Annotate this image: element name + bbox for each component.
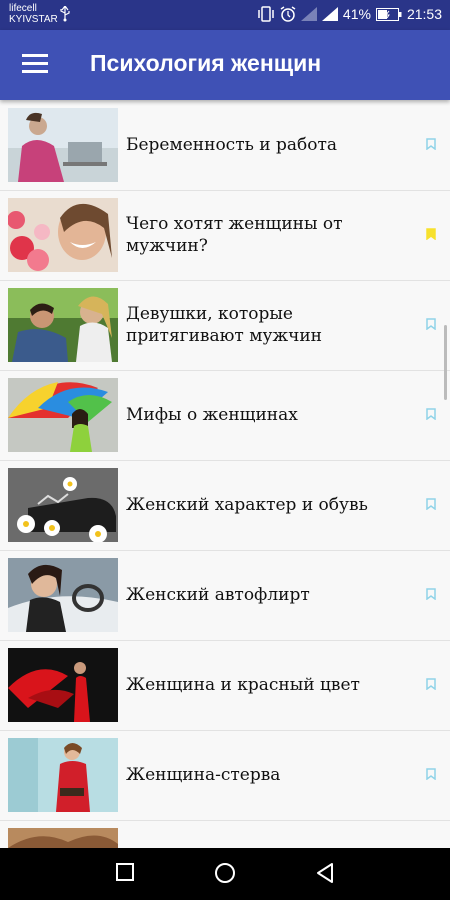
app-bar: Психология женщин (0, 30, 450, 100)
recent-apps-icon[interactable] (115, 862, 135, 882)
article-title: Женский характер и обувь (126, 495, 368, 515)
clock: 21:53 (406, 6, 442, 22)
thumbnail-image (8, 828, 118, 848)
thumbnail-image (8, 738, 118, 812)
thumbnail-image (8, 378, 118, 452)
list-item[interactable]: Женщина-стерва (0, 730, 450, 821)
thumbnail-image (8, 648, 118, 722)
article-list[interactable]: Беременность и работа Чего хотят женщины… (0, 100, 450, 848)
article-title: Женский автофлирт (126, 585, 310, 605)
list-item[interactable]: Мифы о женщинах (0, 370, 450, 461)
list-item[interactable]: Беременность и работа (0, 100, 450, 191)
article-title: Мифы о женщинах (126, 405, 298, 425)
article-title: Беременность и работа (126, 135, 338, 155)
article-title: Женщина и красный цвет (126, 675, 360, 695)
bookmark-icon[interactable] (426, 138, 436, 150)
list-item[interactable] (0, 820, 450, 848)
navigation-bar (0, 848, 450, 900)
alarm-icon (280, 6, 296, 22)
list-item[interactable]: Чего хотят женщины от мужчин? (0, 190, 450, 281)
menu-icon[interactable] (22, 54, 48, 74)
signal-2-icon (321, 7, 338, 21)
status-bar: lifecell KYIVSTAR 41% 21:53 (0, 0, 450, 30)
battery-icon (375, 7, 402, 21)
home-icon[interactable] (214, 862, 236, 884)
bookmark-icon[interactable] (426, 318, 436, 330)
article-title: Девушки, которые притягивают мужчин (126, 304, 322, 346)
vibrate-icon (258, 6, 274, 22)
bookmark-icon[interactable] (426, 768, 436, 780)
thumbnail-image (8, 198, 118, 272)
signal-1-icon (300, 7, 317, 21)
bookmark-icon[interactable] (426, 228, 436, 240)
list-item[interactable]: Женский автофлирт (0, 550, 450, 641)
list-item[interactable]: Женский характер и обувь (0, 460, 450, 551)
scrollbar[interactable] (444, 325, 447, 400)
bookmark-icon[interactable] (426, 498, 436, 510)
thumbnail-image (8, 468, 118, 542)
list-item[interactable]: Девушки, которые притягивают мужчин (0, 280, 450, 371)
thumbnail-image (8, 288, 118, 362)
thumbnail-image (8, 558, 118, 632)
usb-icon (60, 6, 70, 22)
carrier-info: lifecell KYIVSTAR (9, 3, 58, 25)
status-icons: 41% 21:53 (257, 6, 442, 22)
carrier-2: KYIVSTAR (9, 14, 58, 25)
article-title: Женщина-стерва (126, 765, 281, 785)
bookmark-icon[interactable] (426, 678, 436, 690)
bookmark-icon[interactable] (426, 408, 436, 420)
thumbnail-image (8, 108, 118, 182)
battery-percent: 41% (342, 6, 371, 22)
bookmark-icon[interactable] (426, 588, 436, 600)
list-item[interactable]: Женщина и красный цвет (0, 640, 450, 731)
back-icon[interactable] (315, 862, 335, 884)
article-title: Чего хотят женщины от мужчин? (126, 214, 343, 256)
page-title: Психология женщин (90, 50, 322, 76)
carrier-1: lifecell (9, 3, 37, 14)
